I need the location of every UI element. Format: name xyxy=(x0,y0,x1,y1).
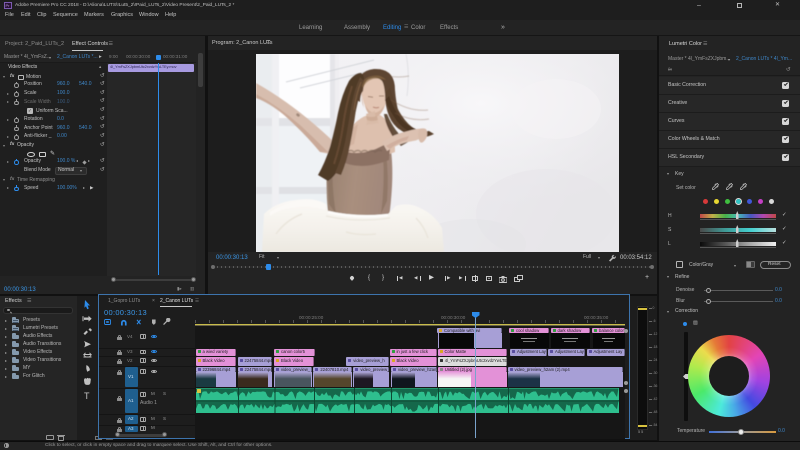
svg-text:T: T xyxy=(84,391,90,400)
